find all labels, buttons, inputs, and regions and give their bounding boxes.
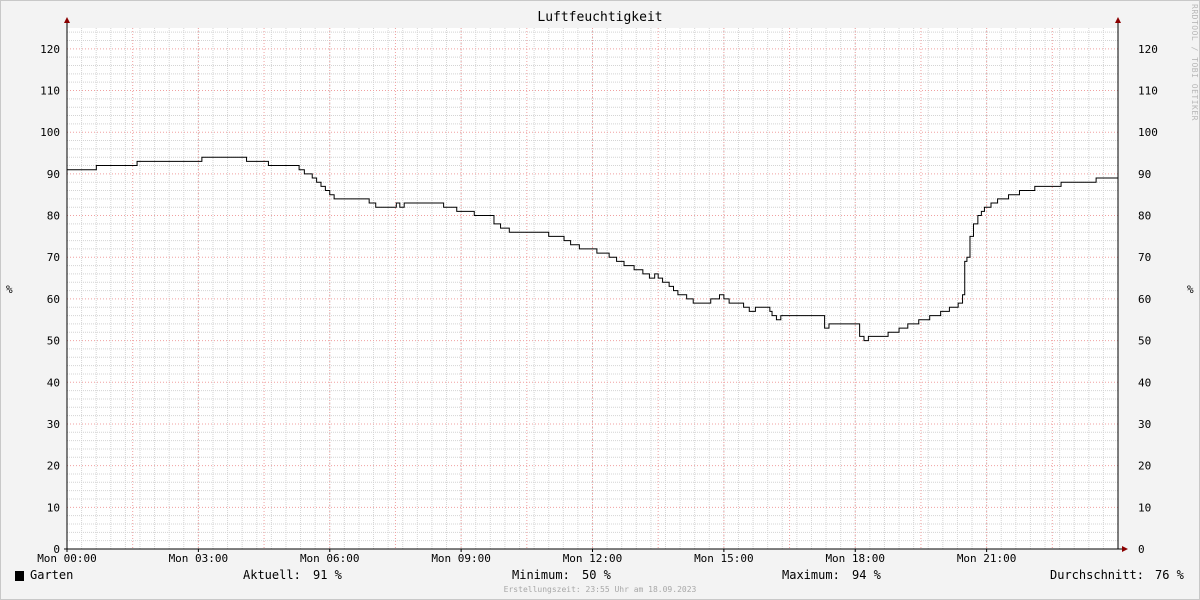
x-axis-arrow	[1122, 546, 1128, 552]
legend-max-label: Maximum:	[782, 568, 840, 582]
legend-avg-value: 76 %	[1155, 568, 1184, 582]
y-tick-label-right: 20	[1138, 460, 1151, 473]
y-tick-label-right: 30	[1138, 418, 1151, 431]
y-tick-label-right: 90	[1138, 168, 1151, 181]
x-tick-label: Mon 03:00	[169, 552, 229, 565]
y-tick-label-right: 10	[1138, 501, 1151, 514]
y-tick-label-left: 100	[40, 126, 60, 139]
y-tick-label-left: 80	[47, 210, 60, 223]
y-tick-label-left: 10	[47, 501, 60, 514]
legend-min-label: Minimum:	[512, 568, 570, 582]
y-tick-label-right: 60	[1138, 293, 1151, 306]
x-tick-label: Mon 09:00	[431, 552, 491, 565]
y-tick-label-right: 110	[1138, 85, 1158, 98]
y-tick-label-left: 50	[47, 335, 60, 348]
y-tick-label-left: 30	[47, 418, 60, 431]
y-tick-label-right: 100	[1138, 126, 1158, 139]
y-tick-label-left: 60	[47, 293, 60, 306]
x-tick-label: Mon 15:00	[694, 552, 754, 565]
legend-current-label: Aktuell:	[243, 568, 301, 582]
x-tick-label: Mon 06:00	[300, 552, 360, 565]
y-tick-label-right: 70	[1138, 251, 1151, 264]
y-tick-label-right: 120	[1138, 43, 1158, 56]
humidity-chart: 0 010 1020 2030 3040 4050 5060 6070 7080 8090 9010…	[37, 17, 1158, 565]
y-tick-label-right: 80	[1138, 210, 1151, 223]
y-tick-label-left: 70	[47, 251, 60, 264]
legend-avg-label: Durchschnitt:	[1050, 568, 1144, 582]
legend-max-value: 94 %	[852, 568, 881, 582]
legend-current-value: 91 %	[313, 568, 342, 582]
legend-min-value: 50 %	[582, 568, 611, 582]
legend-series-name: Garten	[30, 568, 74, 582]
y-axis-arrow-right	[1115, 17, 1121, 23]
y-tick-label-right: 50	[1138, 335, 1151, 348]
y-tick-label-right: 40	[1138, 376, 1151, 389]
y-axis-arrow-left	[64, 17, 70, 23]
creation-time-footer: Erstellungszeit: 23:55 Uhr am 18.09.2023	[503, 585, 697, 594]
x-tick-label: Mon 00:00	[37, 552, 97, 565]
y-tick-label-left: 40	[47, 376, 60, 389]
x-tick-label: Mon 12:00	[563, 552, 623, 565]
legend-swatch	[15, 571, 24, 581]
y-tick-label-right: 0	[1138, 543, 1145, 556]
y-tick-label-left: 90	[47, 168, 60, 181]
x-tick-label: Mon 21:00	[957, 552, 1017, 565]
y-tick-label-left: 110	[40, 85, 60, 98]
y-tick-label-left: 20	[47, 460, 60, 473]
x-tick-label: Mon 18:00	[825, 552, 885, 565]
y-tick-label-left: 120	[40, 43, 60, 56]
